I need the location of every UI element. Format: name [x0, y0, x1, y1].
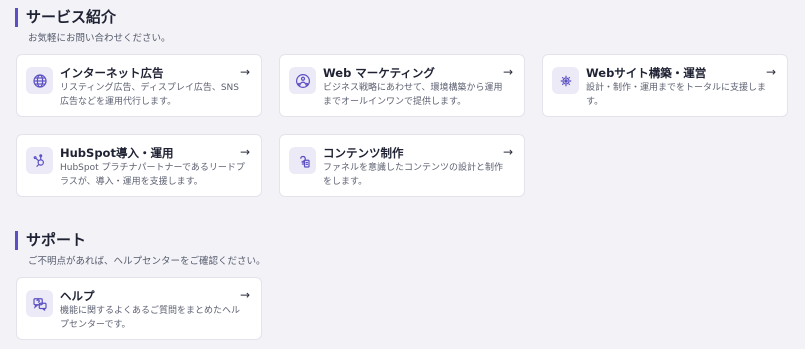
card-title: Web マーケティング — [323, 66, 435, 80]
card-description: ファネルを意識したコンテンツの設計と制作をします。 — [323, 163, 504, 187]
network-people-icon — [289, 67, 316, 94]
card-title: HubSpot導入・運用 — [60, 146, 174, 160]
service-card-content[interactable]: コンテンツ制作 ファネルを意識したコンテンツの設計と制作をします。 → — [279, 134, 525, 197]
globe-icon — [26, 67, 53, 94]
help-chat-icon — [26, 290, 53, 317]
arrow-right-icon: → — [239, 288, 250, 302]
arrow-right-icon: → — [239, 65, 250, 79]
arrow-right-icon: → — [239, 145, 250, 159]
service-card-website[interactable]: Webサイト構築・運営 設計・制作・運用までをトータルに支援します。 → — [542, 54, 788, 117]
card-description: リスティング広告、ディスプレイ広告、SNS広告などを運用代行します。 — [60, 83, 239, 107]
services-title: サービス紹介 — [15, 8, 116, 27]
services-section: サービス紹介 お気軽にお問い合わせください。 インターネット広告 リスティング広… — [0, 0, 805, 210]
card-title: ヘルプ — [60, 289, 95, 303]
service-card-internet-ads[interactable]: インターネット広告 リスティング広告、ディスプレイ広告、SNS広告などを運用代行… — [16, 54, 262, 117]
card-title: インターネット広告 — [60, 66, 164, 80]
support-title: サポート — [15, 231, 86, 250]
hubspot-icon — [26, 147, 53, 174]
arrow-right-icon: → — [765, 65, 776, 79]
arrow-right-icon: → — [502, 145, 513, 159]
arrow-right-icon: → — [502, 65, 513, 79]
support-section: サポート ご不明点があれば、ヘルプセンターをご確認ください。 ヘルプ 機能に関す… — [0, 220, 805, 349]
card-description: HubSpot プラチナパートナーであるリードプラスが、導入・運用を支援します。 — [60, 163, 245, 187]
content-document-icon — [289, 147, 316, 174]
website-gear-icon — [552, 67, 579, 94]
card-description: 設計・制作・運用までをトータルに支援します。 — [586, 83, 767, 107]
card-title: Webサイト構築・運営 — [586, 66, 707, 80]
support-subtitle: ご不明点があれば、ヘルプセンターをご確認ください。 — [28, 256, 266, 267]
card-description: ビジネス戦略にあわせて、環境構築から運用までオールインワンで提供します。 — [323, 83, 503, 107]
service-card-web-marketing[interactable]: Web マーケティング ビジネス戦略にあわせて、環境構築から運用までオールインワ… — [279, 54, 525, 117]
services-subtitle: お気軽にお問い合わせください。 — [28, 33, 171, 44]
support-card-help[interactable]: ヘルプ 機能に関するよくあるご質問をまとめたヘルプセンターです。 → — [16, 277, 262, 340]
card-title: コンテンツ制作 — [323, 146, 404, 160]
service-card-hubspot[interactable]: HubSpot導入・運用 HubSpot プラチナパートナーであるリードプラスが… — [16, 134, 262, 197]
card-description: 機能に関するよくあるご質問をまとめたヘルプセンターです。 — [60, 306, 241, 330]
